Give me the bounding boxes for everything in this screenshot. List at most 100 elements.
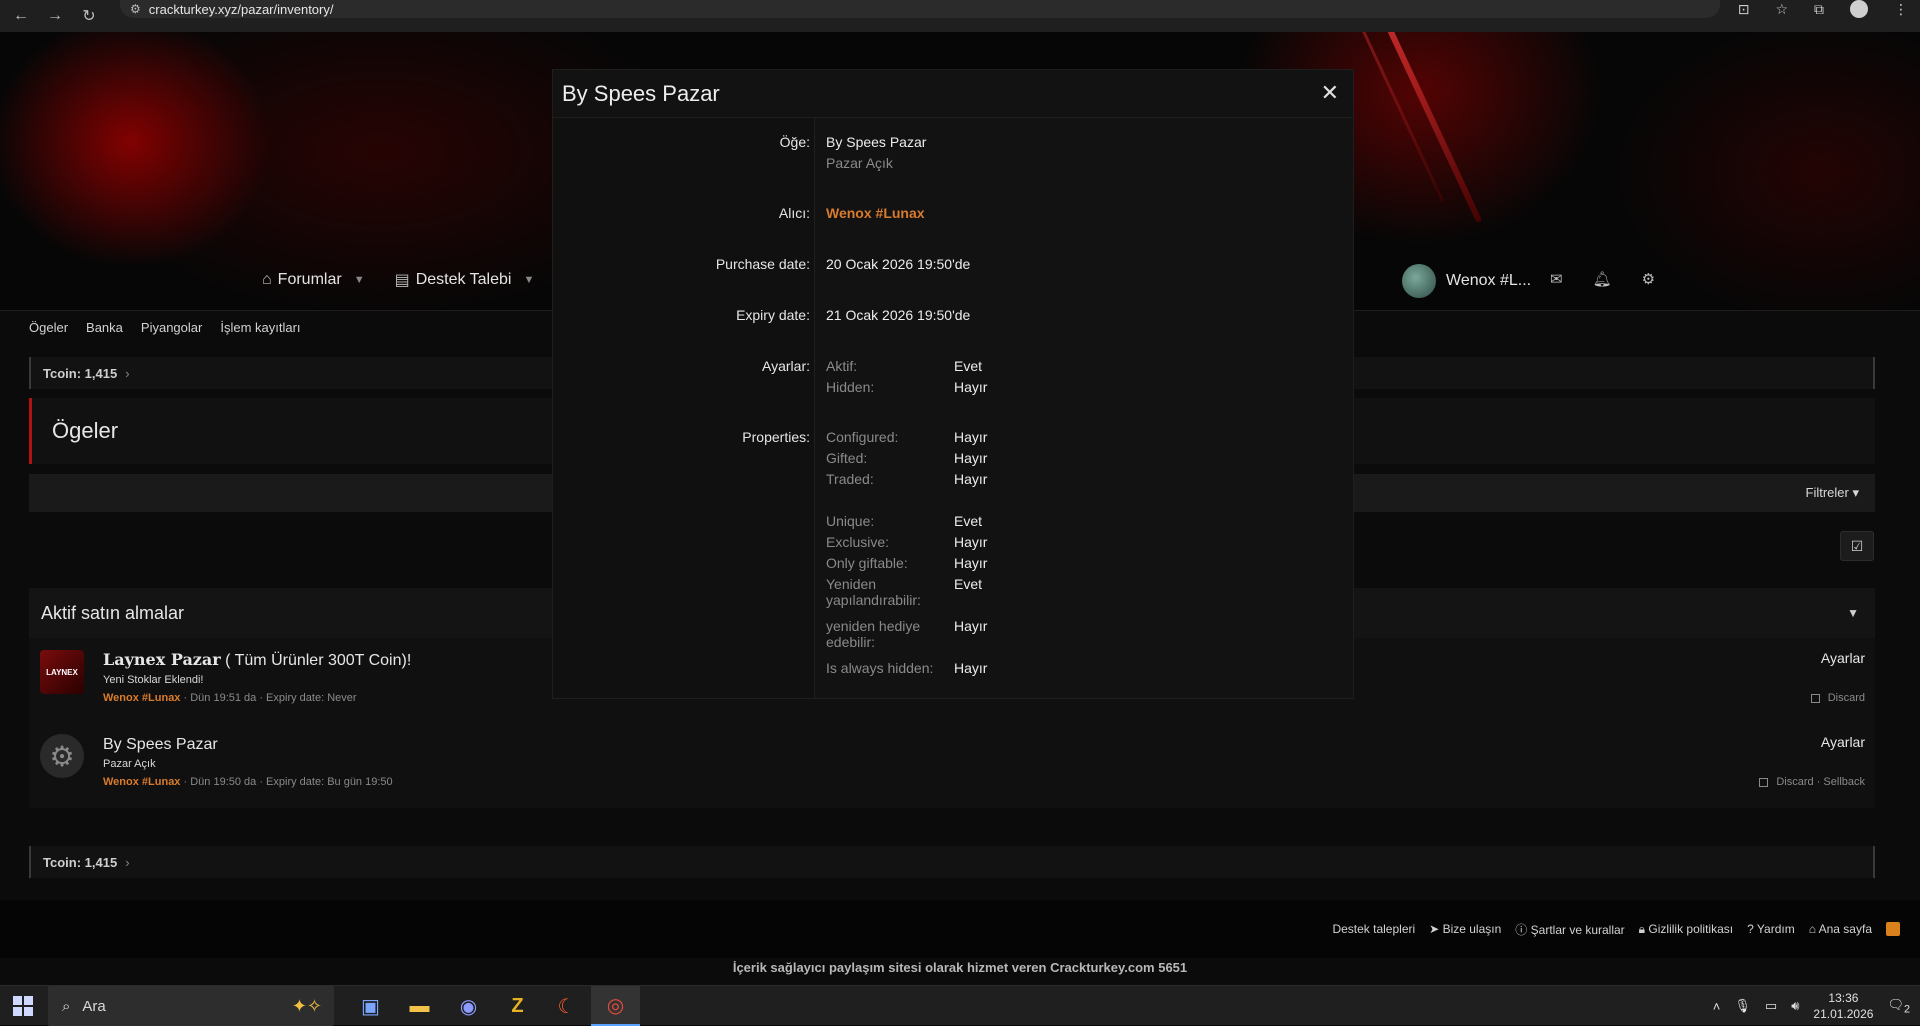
profile-avatar[interactable] [1850,0,1868,18]
sliders-icon[interactable]: ⚙ [1642,270,1655,288]
footer-links: Destek talepleri ➤ Bize ulaşın ⓘ Şartlar… [0,900,1920,958]
decor-streak [1383,32,1483,223]
chevron-down-icon[interactable]: ▼ [354,274,365,286]
home-icon: ⌂ [1808,922,1816,936]
item-settings-link[interactable]: Ayarlar [1821,734,1865,750]
username: Wenox #L... [1446,272,1532,289]
footer-link-home[interactable]: ⌂ Ana sayfa [1809,922,1872,936]
notification-icon[interactable]: 🗨︎2 [1887,997,1910,1016]
item-title[interactable]: Laynex Pazar ( Tüm Ürünler 300T Coin)! [103,650,411,670]
app-moon-icon[interactable]: ☾ [542,986,591,1026]
taskbar-search[interactable]: ⌕ Ara ✦✧ [48,986,334,1026]
prop-regiftable: yeniden hediye edebilir:Hayır [826,618,988,650]
prop-reconfigurable: Yeniden yapılandırabilir:Evet [826,576,983,608]
discard-checkbox[interactable] [1759,777,1769,787]
subnav-items[interactable]: Ögeler [29,320,68,335]
prop-gifted: Gifted: Hayır [826,450,988,466]
select-all-checkbox-button[interactable]: ☑ [1840,531,1874,561]
purchase-date: 20 Ocak 2026 19:50'de [826,256,971,272]
item-user-link[interactable]: Wenox #Lunax [103,776,180,788]
taskbar: ⌕ Ara ✦✧ ▣ ▬ ◉ Z ☾ ◎ ˄ 🎙︎ ▭ 🔊︎ 13:36 21.… [0,985,1920,1026]
inbox-icon[interactable]: ✉ [1550,270,1563,288]
user-menu[interactable]: Wenox #L... [1402,264,1531,298]
item-label: Öğe: [779,134,810,150]
windows-start-icon[interactable] [13,996,33,1016]
discard-checkbox[interactable] [1810,693,1820,703]
user-icons: ✉ 🔔︎ ⚙ [1550,270,1655,288]
browser-toolbar: ← → ↻ ⚙ crackturkey.xyz/pazar/inventory/… [0,0,1920,32]
subnav-transactions[interactable]: İşlem kayıtları [220,320,300,335]
nav-forums[interactable]: ⌂ Forumlar ▼ [262,271,365,289]
volume-icon[interactable]: 🔊︎ [1791,998,1799,1014]
extensions-icon[interactable]: ⧉ [1814,1,1824,18]
item-desc: Pazar Açık [103,758,156,770]
item-settings-link[interactable]: Ayarlar [1821,650,1865,666]
modal-header: By Spees Pazar ✕ [553,70,1353,118]
settings-label: Ayarlar: [762,358,810,374]
lock-icon: 🔒︎ [1638,921,1646,936]
footer-link-help[interactable]: ? Yardım [1747,922,1795,936]
site-info-icon[interactable]: ⚙ [130,2,141,16]
system-tray: ˄ 🎙︎ ▭ 🔊︎ 13:36 21.01.2026 🗨︎2 [1713,986,1910,1026]
purchase-date-label: Purchase date: [715,256,810,272]
tcoin-breadcrumb-bottom[interactable]: Tcoin: 1,415 › [29,846,1875,878]
rss-icon[interactable] [1886,922,1900,936]
item-detail-modal: By Spees Pazar ✕ Öğe: By Spees Pazar Paz… [553,70,1353,698]
avatar [1402,264,1436,298]
recipient-label: Alıcı: [778,205,810,221]
item-user-link[interactable]: Wenox #Lunax [103,692,180,704]
nav-support[interactable]: ▤ Destek Talebi ▼ [395,270,535,290]
modal-body: Öğe: By Spees Pazar Pazar Açık Alıcı: We… [553,118,1353,698]
address-bar[interactable]: ⚙ crackturkey.xyz/pazar/inventory/ [120,0,1720,18]
setting-hidden: Hidden: Hayır [826,379,988,395]
label-column [553,118,815,698]
footer-link-privacy[interactable]: 🔒︎ Gizlilik politikası [1639,922,1733,937]
recipient-link[interactable]: Wenox #Lunax [826,205,925,221]
item-actions[interactable]: Discard [1810,692,1865,704]
gear-icon: ⚙ [40,734,84,778]
reload-icon[interactable]: ↻ [76,3,102,29]
prop-exclusive: Exclusive: Hayır [826,534,988,550]
close-icon[interactable]: ✕ [1321,80,1339,106]
back-icon[interactable]: ← [8,3,34,29]
item-meta: Wenox #Lunax · Dün 19:51 da · Expiry dat… [103,692,357,704]
item-title[interactable]: By Spees Pazar [103,734,218,754]
app-icon[interactable]: ▣ [346,986,395,1026]
item-desc: Pazar Açık [826,155,893,171]
clock[interactable]: 13:36 21.01.2026 [1813,990,1873,1022]
chevron-down-icon[interactable]: ▼ [523,274,534,286]
chevron-up-icon[interactable]: ˄ [1713,999,1721,1014]
microphone-icon[interactable]: 🎙︎ [1734,998,1751,1014]
home-icon: ⌂ [262,271,272,288]
filters-button[interactable]: Filtreler ▾ [1806,485,1859,501]
install-icon[interactable]: ⊡ [1738,1,1750,18]
info-icon: ⓘ [1515,922,1528,937]
properties-label: Properties: [742,429,810,445]
file-explorer-icon[interactable]: ▬ [395,986,444,1026]
url-text: crackturkey.xyz/pazar/inventory/ [148,1,334,17]
ticket-icon: ▤ [394,272,410,289]
item-name: By Spees Pazar [826,134,927,150]
main-nav: ⌂ Forumlar ▼ ▤ Destek Talebi ▼ [262,270,534,290]
forward-icon[interactable]: → [42,3,68,29]
prop-always-hidden: Is always hidden: Hayır [826,660,988,676]
network-icon[interactable]: ▭ [1765,998,1777,1014]
app-z-icon[interactable]: Z [493,986,542,1026]
subnav-bank[interactable]: Banka [86,320,123,335]
footer-link-contact[interactable]: ➤ Bize ulaşın [1429,922,1501,936]
bookmark-star-icon[interactable]: ☆ [1775,1,1788,18]
bell-icon[interactable]: 🔔︎ [1593,270,1612,288]
footer-text: İçerik sağlayıcı paylaşım sitesi olarak … [732,960,1188,975]
prop-unique: Unique: Evet [826,513,983,529]
footer-link-terms[interactable]: ⓘ Şartlar ve kurallar [1515,921,1624,938]
chrome-icon[interactable]: ◎ [591,986,640,1026]
footer-link-support[interactable]: Destek talepleri [1332,922,1415,936]
menu-icon[interactable]: ⋮ [1894,1,1908,18]
discord-icon[interactable]: ◉ [444,986,493,1026]
item-actions[interactable]: Discard · Sellback [1759,776,1865,788]
taskbar-apps: ▣ ▬ ◉ Z ☾ ◎ [346,986,640,1026]
collapse-icon[interactable]: ▼ [1847,606,1859,620]
subnav-lottery[interactable]: Piyangolar [141,320,202,335]
modal-title: By Spees Pazar [562,80,720,106]
search-icon: ⌕ [62,997,71,1015]
